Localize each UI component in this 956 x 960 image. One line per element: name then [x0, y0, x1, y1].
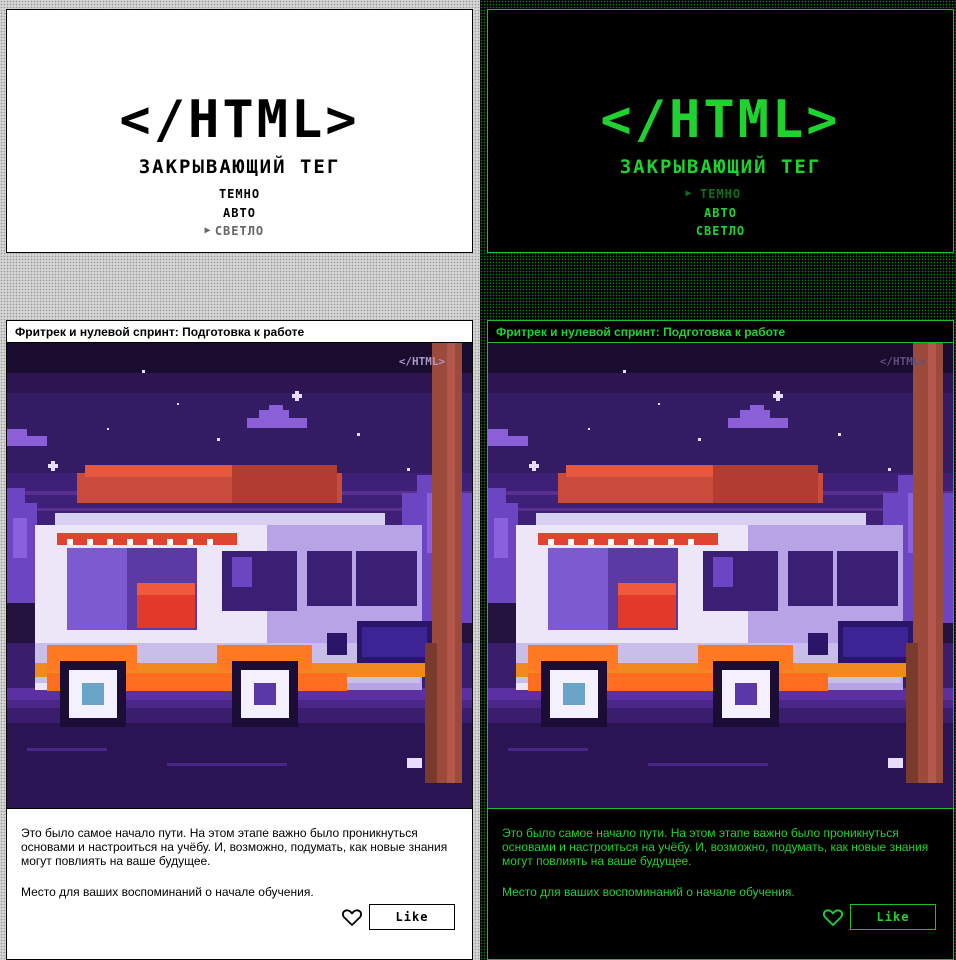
food-truck-illustration: </HTML>	[7, 343, 472, 808]
image-watermark: </HTML>	[399, 355, 446, 368]
site-header: </HTML> ЗАКРЫВАЮЩИЙ ТЕГ ▶ ТЕМНО АВТО СВЕ…	[487, 9, 954, 253]
card-text: Это было самое начало пути. На этом этап…	[502, 826, 929, 868]
theme-option-light[interactable]: СВЕТЛО	[671, 222, 771, 241]
site-logo[interactable]: </HTML>	[7, 88, 472, 152]
light-theme-preview: </HTML> ЗАКРЫВАЮЩИЙ ТЕГ ТЕМНО АВТО ▶ СВЕ…	[0, 0, 480, 960]
memory-card: Фритрек и нулевой спринт: Подготовка к р…	[6, 320, 473, 960]
card-title: Фритрек и нулевой спринт: Подготовка к р…	[7, 321, 472, 343]
theme-option-label: ТЕМНО	[218, 187, 261, 201]
site-subtitle: ЗАКРЫВАЮЩИЙ ТЕГ	[138, 156, 341, 178]
dark-theme-preview: </HTML> ЗАКРЫВАЮЩИЙ ТЕГ ▶ ТЕМНО АВТО СВЕ…	[480, 0, 956, 960]
theme-option-auto[interactable]: АВТО	[671, 204, 771, 223]
site-logo[interactable]: </HTML>	[488, 88, 953, 152]
like-button[interactable]: Like	[850, 904, 936, 930]
theme-option-label: СВЕТЛО	[695, 224, 746, 238]
card-memory-note: Место для ваших воспоминаний о начале об…	[21, 885, 314, 899]
theme-option-dark[interactable]: ▶ ТЕМНО	[671, 185, 771, 204]
card-text: Это было самое начало пути. На этом этап…	[21, 826, 448, 868]
card-body: Это было самое начало пути. На этом этап…	[488, 808, 953, 959]
food-truck-illustration: </HTML>	[488, 343, 953, 808]
site-header: </HTML> ЗАКРЫВАЮЩИЙ ТЕГ ТЕМНО АВТО ▶ СВЕ…	[6, 9, 473, 253]
theme-option-label: АВТО	[223, 205, 256, 220]
card-body: Это было самое начало пути. На этом этап…	[7, 808, 472, 959]
selected-marker-icon: ▶	[685, 188, 693, 199]
theme-switcher: ТЕМНО АВТО ▶ СВЕТЛО	[7, 185, 472, 241]
food-truck-image: </HTML>	[7, 343, 472, 808]
image-watermark: </HTML>	[880, 355, 927, 368]
theme-option-auto[interactable]: АВТО	[190, 204, 290, 223]
theme-option-label: СВЕТЛО	[214, 224, 265, 238]
site-subtitle: ЗАКРЫВАЮЩИЙ ТЕГ	[619, 156, 822, 178]
selected-marker-icon: ▶	[204, 225, 212, 236]
memory-card: Фритрек и нулевой спринт: Подготовка к р…	[487, 320, 954, 960]
theme-option-label: ТЕМНО	[699, 187, 742, 201]
theme-option-dark[interactable]: ТЕМНО	[190, 185, 290, 204]
theme-option-label: АВТО	[704, 205, 737, 220]
theme-option-light[interactable]: ▶ СВЕТЛО	[190, 222, 290, 241]
card-memory-note: Место для ваших воспоминаний о начале об…	[502, 885, 795, 899]
heart-outline-icon[interactable]	[823, 909, 843, 927]
like-button[interactable]: Like	[369, 904, 455, 930]
food-truck-image: </HTML>	[488, 343, 953, 808]
card-title: Фритрек и нулевой спринт: Подготовка к р…	[488, 321, 953, 343]
theme-switcher: ▶ ТЕМНО АВТО СВЕТЛО	[488, 185, 953, 241]
heart-outline-icon[interactable]	[342, 909, 362, 927]
